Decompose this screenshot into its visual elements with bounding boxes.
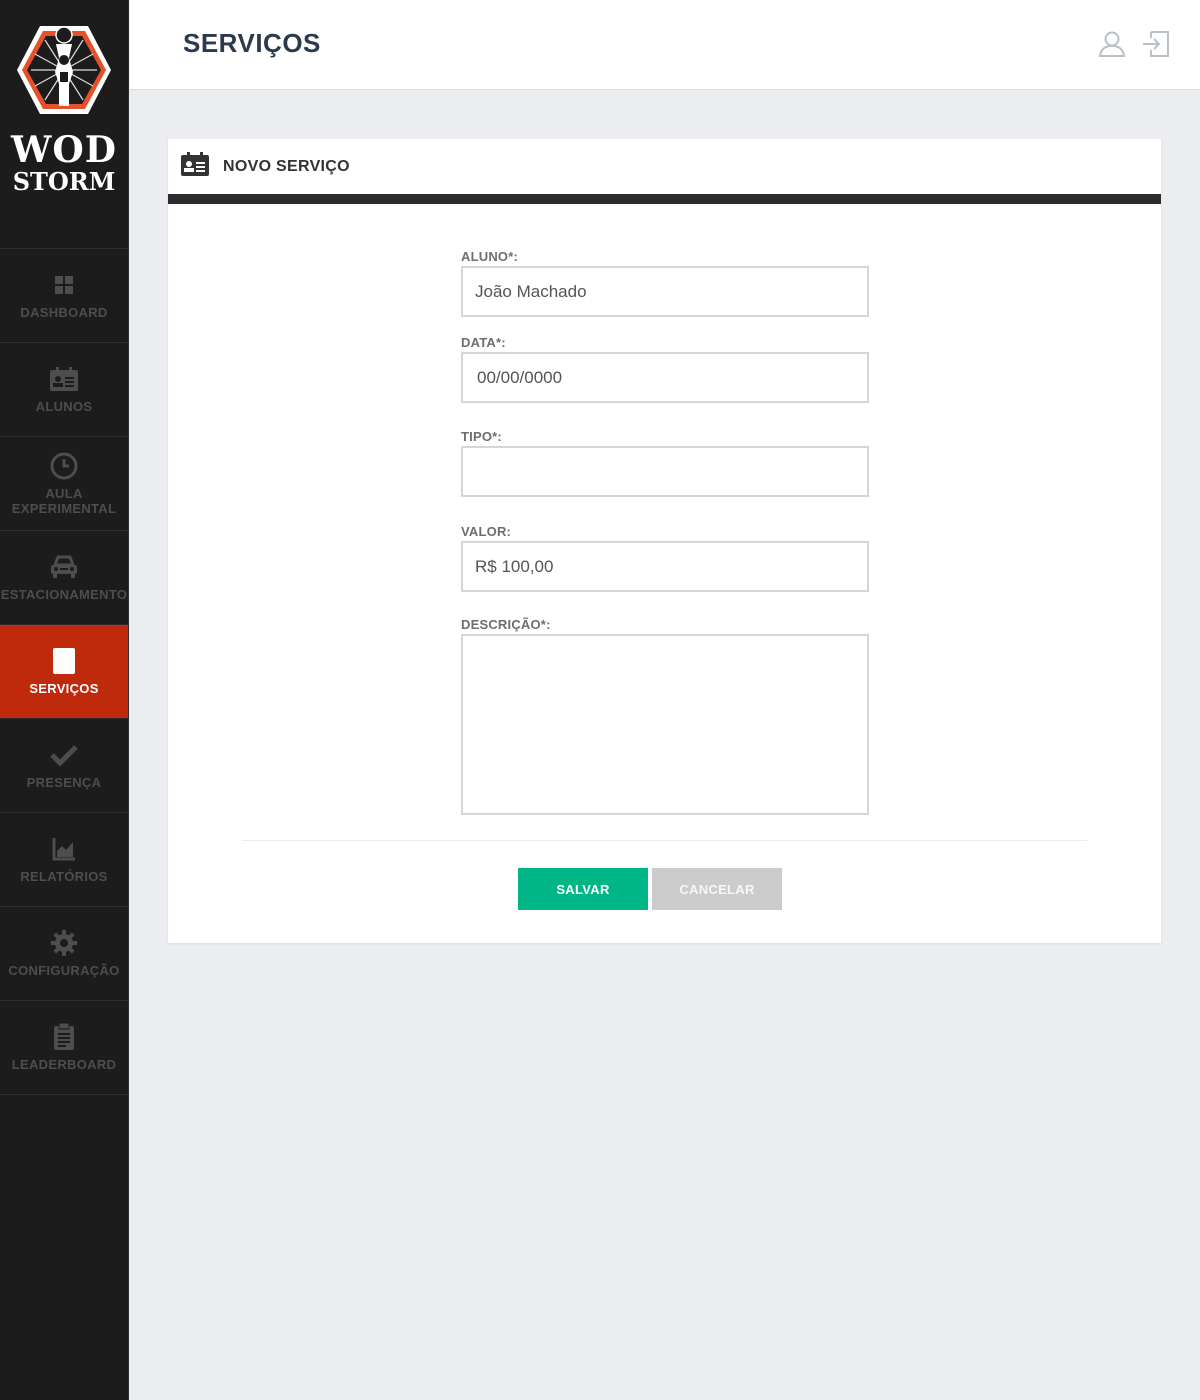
valor-label: VALOR: [461, 524, 512, 539]
sidebar-item-label: DASHBOARD [20, 305, 108, 320]
form-divider [242, 840, 1087, 841]
new-service-card: NOVO SERVIÇO ALUNO*: DATA*: TIPO*: VALOR… [168, 139, 1161, 943]
sidebar-item-leaderboard[interactable]: LEADERBOARD [0, 1001, 128, 1095]
sidebar-item-label: ALUNOS [35, 399, 93, 414]
chart-icon [50, 835, 78, 863]
id-card-icon [181, 152, 209, 181]
data-field: DATA*: [461, 335, 869, 403]
sidebar-item-relatorios[interactable]: RELATÓRIOS [0, 813, 128, 907]
brand-line-2: STORM [12, 167, 116, 196]
top-header: SERVIÇOS [130, 0, 1200, 90]
aluno-input[interactable] [461, 266, 869, 317]
sidebar-item-label: AULA EXPERIMENTAL [11, 485, 117, 516]
sidebar-item-aula-experimental[interactable]: AULA EXPERIMENTAL [0, 437, 128, 531]
book-icon [50, 647, 78, 675]
descricao-field: DESCRIÇÃO*: [461, 617, 869, 820]
gear-icon [50, 929, 78, 957]
sidebar-item-presenca[interactable]: PRESENÇA [0, 719, 128, 813]
sidebar-item-servicos[interactable]: SERVIÇOS [0, 625, 128, 719]
id-card-icon [50, 365, 78, 393]
logout-icon[interactable] [1142, 30, 1170, 58]
sidebar-item-estacionamento[interactable]: ESTACIONAMENTO [0, 531, 128, 625]
sidebar-item-dashboard[interactable]: DASHBOARD [0, 249, 128, 343]
tipo-input[interactable] [461, 446, 869, 497]
car-icon [50, 553, 78, 581]
sidebar-item-alunos[interactable]: ALUNOS [0, 343, 128, 437]
aluno-label: ALUNO*: [461, 249, 519, 264]
clock-icon [50, 452, 78, 480]
page-title: SERVIÇOS [183, 28, 321, 58]
check-icon [50, 741, 78, 769]
logo-emblem-icon [17, 26, 111, 114]
logo[interactable]: WOD STORM [0, 0, 128, 249]
user-icon[interactable] [1098, 30, 1126, 58]
sidebar-item-label: ESTACIONAMENTO [0, 587, 128, 602]
card-title: NOVO SERVIÇO [223, 157, 350, 175]
valor-input[interactable] [461, 541, 869, 592]
card-header: NOVO SERVIÇO [168, 139, 1161, 194]
aluno-field: ALUNO*: [461, 249, 869, 317]
sidebar-item-label: PRESENÇA [26, 775, 102, 790]
valor-field: VALOR: [461, 524, 869, 592]
cancel-button[interactable]: CANCELAR [652, 868, 782, 910]
brand-name: WOD STORM [11, 132, 117, 194]
sidebar: WOD STORM DASHBOARD ALUNOS AULA EXPERIME… [0, 0, 129, 1400]
sidebar-item-label: CONFIGURAÇÃO [8, 963, 120, 978]
dashboard-icon [50, 271, 78, 299]
clipboard-icon [50, 1023, 78, 1051]
sidebar-item-label: SERVIÇOS [29, 681, 99, 696]
data-label: DATA*: [461, 335, 506, 350]
data-input[interactable] [461, 352, 869, 403]
card-header-bar [168, 194, 1161, 204]
tipo-label: TIPO*: [461, 429, 502, 444]
save-button[interactable]: SALVAR [518, 868, 648, 910]
sidebar-item-label: RELATÓRIOS [20, 869, 108, 884]
descricao-label: DESCRIÇÃO*: [461, 617, 551, 632]
tipo-field: TIPO*: [461, 429, 869, 497]
sidebar-item-label: LEADERBOARD [11, 1057, 117, 1072]
sidebar-item-configuracao[interactable]: CONFIGURAÇÃO [0, 907, 128, 1001]
brand-line-1: WOD [10, 129, 117, 171]
descricao-textarea[interactable] [461, 634, 869, 815]
